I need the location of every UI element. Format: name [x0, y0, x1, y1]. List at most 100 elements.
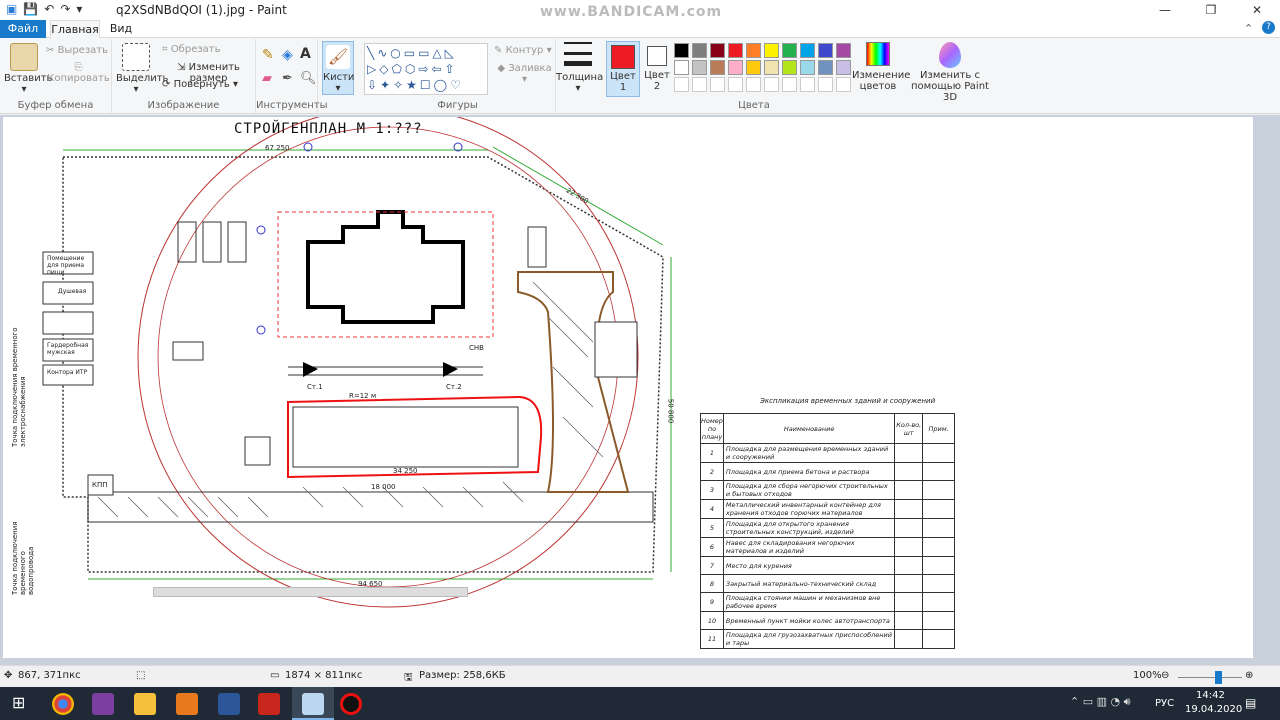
row-name: Площадка для размещения временных зданий… — [722, 443, 896, 463]
shapes-gallery[interactable]: ╲∿○▭▭△◺ ▷◇⬠⬡⇨⇦⇧ ⇩✦✧★☐◯♡ — [364, 43, 488, 95]
app-icon[interactable] — [92, 693, 114, 715]
palette-swatch[interactable] — [764, 43, 779, 58]
size-button[interactable]: Толщина ▾ — [556, 42, 603, 94]
notification-icon[interactable]: ▤ — [1245, 696, 1256, 710]
tools-group: ✎ ◈ A ▰ ✒ 🔍︎ Инструменты — [256, 39, 328, 113]
custom-color-slot[interactable] — [674, 77, 689, 92]
rotate-button[interactable]: ⟳ Повернуть ▾ — [162, 79, 238, 90]
palette-swatch[interactable] — [746, 43, 761, 58]
palette-swatch[interactable] — [692, 43, 707, 58]
palette-swatch[interactable] — [782, 60, 797, 75]
select-button[interactable]: Выделить ▾ — [116, 43, 168, 95]
custom-color-slot[interactable] — [782, 77, 797, 92]
color2-swatch — [647, 46, 667, 66]
tab-home[interactable]: Главная — [50, 20, 100, 39]
palette-swatch[interactable] — [692, 60, 707, 75]
language-indicator[interactable]: РУС — [1155, 698, 1174, 709]
color2-button[interactable]: Цвет 2 — [642, 42, 672, 92]
autocad-icon[interactable] — [258, 693, 280, 715]
fill-button[interactable]: ◆ Заливка ▾ — [494, 63, 555, 85]
maximize-button[interactable]: ❐ — [1188, 0, 1234, 20]
palette-swatch[interactable] — [728, 43, 743, 58]
empty-cell — [894, 462, 924, 481]
eraser-icon[interactable]: ▰ — [262, 71, 272, 86]
save-icon[interactable]: 💾 — [23, 2, 38, 16]
paint3d-button[interactable]: Изменить с помощью Paint 3D — [908, 42, 992, 103]
file-explorer-icon[interactable] — [134, 693, 156, 715]
palette-swatch[interactable] — [674, 60, 689, 75]
magnifier-icon[interactable]: 🔍︎ — [300, 71, 317, 86]
row-number: 11 — [700, 629, 724, 649]
table-row: 4 Металлический инвентарный контейнер для… — [700, 499, 955, 519]
row-name: Площадка стоянки машин и механизмов вне … — [722, 592, 896, 612]
app-icon[interactable] — [176, 693, 198, 715]
text-icon[interactable]: A — [300, 46, 311, 62]
custom-color-slot[interactable] — [728, 77, 743, 92]
bandicam-icon[interactable] — [340, 693, 362, 715]
custom-color-slot[interactable] — [764, 77, 779, 92]
undo-icon[interactable]: ↶ — [44, 2, 54, 16]
outline-button[interactable]: ✎ Контур ▾ — [494, 45, 552, 56]
color-picker-icon[interactable]: ✒ — [282, 71, 293, 86]
custom-color-slot[interactable] — [710, 77, 725, 92]
palette-swatch[interactable] — [800, 60, 815, 75]
empty-cell — [922, 518, 955, 538]
custom-color-slot[interactable] — [800, 77, 815, 92]
cut-button[interactable]: ✂ Вырезать — [46, 45, 108, 56]
canvas[interactable]: 67 250 94 650 50 800 22 300 18 000 34 25… — [3, 117, 1253, 658]
pencil-icon[interactable]: ✎ — [262, 47, 274, 63]
empty-cell — [894, 611, 924, 630]
clock-time[interactable]: 14:42 — [1196, 690, 1225, 701]
word-icon[interactable] — [218, 693, 240, 715]
tray-icons[interactable]: ⌃ ▭ ▥ ◔ 🔊︎ — [1070, 695, 1131, 709]
table-row: 5 Площадка для открытого хранения строите… — [700, 518, 955, 538]
file-size-icon: 🖫︎ — [404, 672, 413, 683]
table-header: Наименование — [722, 413, 896, 444]
palette-swatch[interactable] — [836, 43, 851, 58]
zoom-out-button[interactable]: ⊖ — [1161, 670, 1169, 681]
paste-button[interactable]: Вставить ▾ — [4, 43, 52, 95]
help-icon[interactable]: ? — [1262, 21, 1275, 34]
windows-start-icon[interactable]: ⊞ — [12, 693, 34, 715]
rainbow-icon — [866, 42, 890, 66]
palette-swatch[interactable] — [818, 43, 833, 58]
tab-view[interactable]: Вид — [106, 20, 136, 38]
custom-color-slot[interactable] — [692, 77, 707, 92]
fill-icon[interactable]: ◈ — [282, 47, 293, 63]
row-number: 3 — [700, 480, 724, 500]
table-row: 6 Навес для складирования негорючих матер… — [700, 537, 955, 557]
palette-swatch[interactable] — [710, 60, 725, 75]
close-button[interactable]: ✕ — [1234, 0, 1280, 20]
custom-color-slot[interactable] — [818, 77, 833, 92]
empty-cell — [894, 443, 924, 463]
palette-swatch[interactable] — [800, 43, 815, 58]
chrome-icon[interactable] — [52, 693, 74, 715]
zoom-in-button[interactable]: ⊕ — [1245, 670, 1253, 681]
palette-swatch[interactable] — [674, 43, 689, 58]
palette-swatch[interactable] — [746, 60, 761, 75]
redo-icon[interactable]: ↷ — [60, 2, 70, 16]
crop-button[interactable]: ⌗ Обрезать — [162, 44, 221, 55]
zoom-slider-thumb[interactable] — [1215, 671, 1222, 684]
color1-button[interactable]: Цвет 1 — [606, 41, 640, 97]
edit-colors-button[interactable]: Изменение цветов — [852, 42, 910, 92]
customize-qa-icon[interactable]: ▾ — [76, 2, 82, 16]
palette-swatch[interactable] — [764, 60, 779, 75]
clock-date[interactable]: 19.04.2020 — [1185, 704, 1242, 715]
custom-color-slot[interactable] — [746, 77, 761, 92]
collapse-ribbon-icon[interactable]: ⌃ — [1244, 22, 1253, 35]
empty-cell — [894, 629, 924, 649]
copy-button[interactable]: ⎘ Копировать — [46, 62, 111, 84]
brushes-button[interactable]: 🖌︎ Кисти ▾ — [322, 41, 354, 95]
palette-swatch[interactable] — [782, 43, 797, 58]
palette-swatch[interactable] — [710, 43, 725, 58]
paste-icon — [10, 43, 38, 71]
tab-file[interactable]: Файл — [0, 20, 46, 38]
zoom-slider[interactable] — [1178, 677, 1242, 678]
minimize-button[interactable]: — — [1142, 0, 1188, 20]
dim-right: 50 800 — [666, 398, 675, 424]
palette-swatch[interactable] — [818, 60, 833, 75]
palette-swatch[interactable] — [728, 60, 743, 75]
palette-swatch[interactable] — [836, 60, 851, 75]
custom-color-slot[interactable] — [836, 77, 851, 92]
